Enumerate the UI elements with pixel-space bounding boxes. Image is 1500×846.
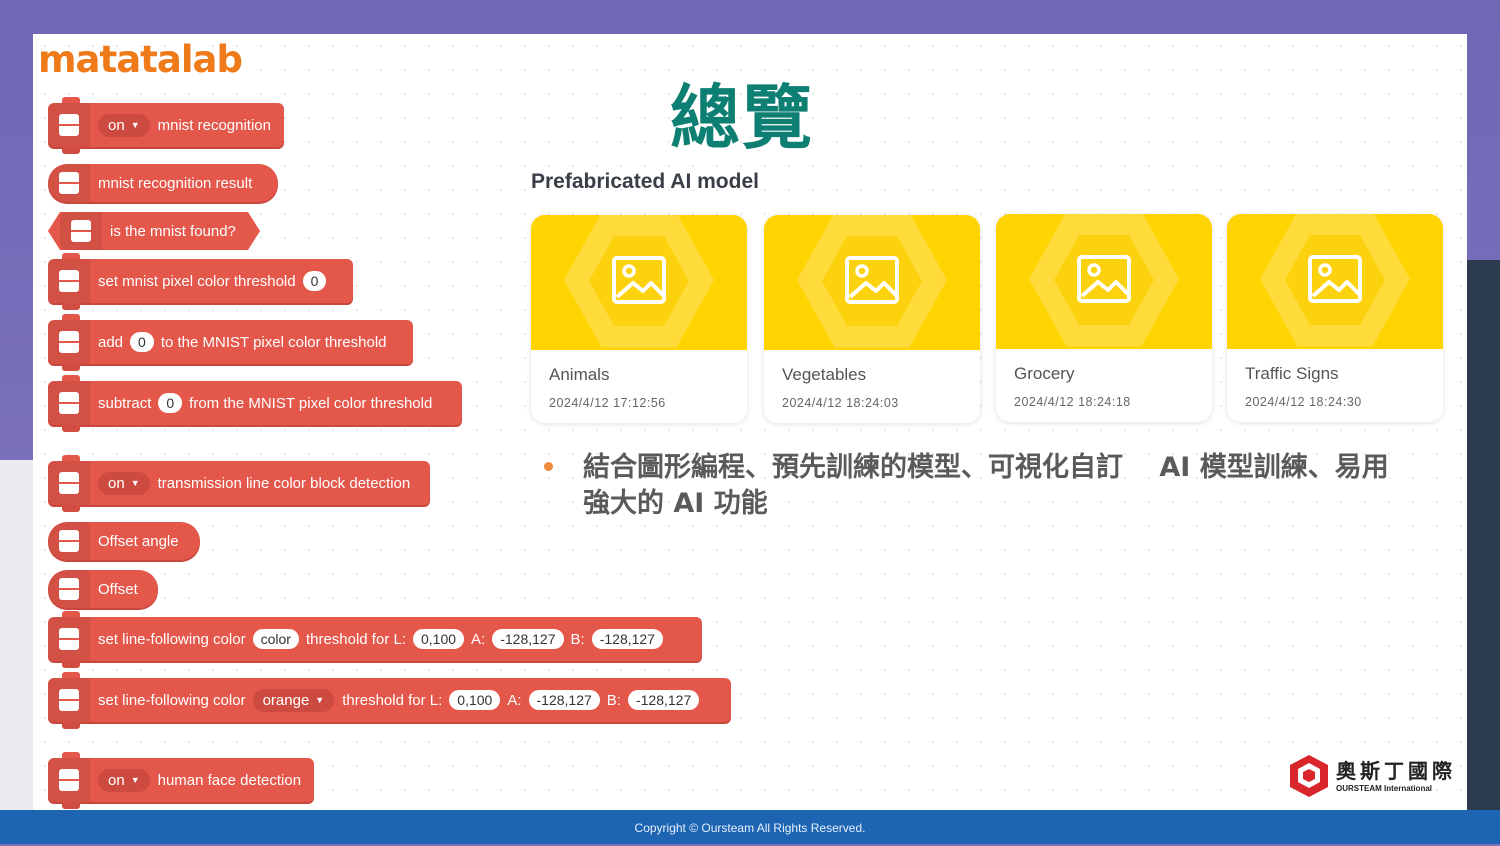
block-icon: [48, 259, 90, 303]
block-subtract-threshold[interactable]: subtract 0 from the MNIST pixel color th…: [48, 375, 462, 432]
chevron-down-icon: ▼: [315, 695, 325, 705]
model-card-traffic-signs[interactable]: Traffic Signs 2024/4/12 18:24:30: [1227, 214, 1443, 422]
card-thumbnail: [996, 214, 1212, 349]
block-line-color-2[interactable]: set line-following color orange ▼ thresho…: [48, 672, 731, 729]
card-date: 2024/4/12 18:24:30: [1245, 395, 1362, 409]
block-mnist-result[interactable]: mnist recognition result: [48, 164, 278, 202]
dropdown-on[interactable]: on ▼: [98, 471, 150, 495]
card-thumbnail: [1227, 214, 1443, 349]
block-mnist-found[interactable]: is the mnist found?: [48, 212, 260, 250]
image-icon: [1077, 255, 1131, 303]
section-subtitle: Prefabricated AI model: [531, 170, 759, 193]
bullet-text: 結合圖形編程、預先訓練的模型、可視化自訂 AI 模型訓練、易用 強大的 AI 功…: [583, 450, 1423, 522]
page-title: 總覽: [670, 77, 814, 159]
block-label: Offset angle: [98, 532, 179, 550]
chevron-down-icon: ▼: [130, 120, 140, 130]
chevron-down-icon: ▼: [130, 775, 140, 785]
block-label: threshold for L:: [305, 630, 406, 648]
bullet-line-1: 結合圖形編程、預先訓練的模型、可視化自訂 AI 模型訓練、易用: [583, 452, 1389, 483]
card-date: 2024/4/12 18:24:03: [782, 396, 899, 410]
card-name: Grocery: [1014, 364, 1075, 383]
block-icon: [48, 320, 90, 364]
block-label: A:: [507, 691, 522, 709]
add-value-input[interactable]: 0: [130, 332, 154, 352]
footer: Copyright © Oursteam All Rights Reserved…: [0, 810, 1500, 844]
block-set-threshold[interactable]: set mnist pixel color threshold 0: [48, 253, 353, 310]
block-label: mnist recognition result: [98, 174, 253, 192]
a-range-input[interactable]: -128,127: [528, 690, 600, 710]
block-icon: [48, 570, 90, 608]
copyright-text: Copyright © Oursteam All Rights Reserved…: [634, 821, 866, 835]
block-label: set line-following color: [98, 691, 246, 709]
card-name: Vegetables: [782, 365, 867, 384]
matatalab-logo: matatalab: [38, 38, 243, 81]
dropdown-on[interactable]: on ▼: [98, 113, 150, 137]
model-card-animals[interactable]: Animals 2024/4/12 17:12:56: [531, 215, 747, 423]
block-label: B:: [570, 630, 585, 648]
company-name-en: OURSTEAM International: [1336, 784, 1433, 793]
block-label: to the MNIST pixel color threshold: [160, 333, 387, 351]
block-icon: [60, 212, 102, 250]
block-label: threshold for L:: [342, 691, 443, 709]
color-dropdown[interactable]: orange ▼: [252, 688, 335, 712]
block-label: A:: [471, 630, 486, 648]
model-card-vegetables[interactable]: Vegetables 2024/4/12 18:24:03: [764, 215, 980, 423]
block-label: add: [98, 333, 124, 351]
card-thumbnail: [764, 215, 980, 350]
block-icon: [48, 758, 90, 802]
block-icon: [48, 522, 90, 560]
block-label: transmission line color block detection: [157, 474, 411, 492]
block-label: B:: [606, 691, 621, 709]
block-label: human face detection: [157, 771, 302, 789]
block-label: is the mnist found?: [110, 222, 236, 240]
chevron-down-icon: ▼: [130, 478, 140, 488]
block-icon: [48, 678, 90, 722]
block-transmission-detection[interactable]: on ▼ transmission line color block detect…: [48, 455, 430, 512]
company-logo: 奧斯丁國際 OURSTEAM International: [1288, 753, 1463, 803]
bullet-line-2: 強大的 AI 功能: [583, 488, 768, 519]
block-face-detection[interactable]: on ▼ human face detection: [48, 752, 314, 809]
image-icon: [1308, 255, 1362, 303]
block-icon: [48, 164, 90, 202]
cube-icon: [1290, 755, 1328, 797]
dropdown-on[interactable]: on ▼: [98, 768, 150, 792]
block-offset-angle[interactable]: Offset angle: [48, 522, 200, 560]
block-icon: [48, 617, 90, 661]
card-thumbnail: [531, 215, 747, 350]
image-icon: [845, 256, 899, 304]
b-range-input[interactable]: -128,127: [591, 629, 663, 649]
block-label: from the MNIST pixel color threshold: [189, 394, 433, 412]
b-range-input[interactable]: -128,127: [627, 690, 700, 710]
block-add-threshold[interactable]: add 0 to the MNIST pixel color threshold: [48, 314, 413, 371]
image-icon: [612, 256, 666, 304]
threshold-value-input[interactable]: 0: [302, 271, 327, 291]
block-mnist-recognition[interactable]: on ▼ mnist recognition: [48, 97, 284, 154]
card-name: Animals: [549, 365, 610, 384]
a-range-input[interactable]: -128,127: [492, 629, 564, 649]
model-card-grocery[interactable]: Grocery 2024/4/12 18:24:18: [996, 214, 1212, 422]
block-icon: [48, 103, 90, 147]
block-label: Offset: [98, 580, 138, 598]
block-icon: [48, 461, 90, 505]
block-offset[interactable]: Offset: [48, 570, 158, 608]
card-name: Traffic Signs: [1245, 364, 1339, 383]
block-label: mnist recognition: [157, 116, 271, 134]
company-name-cn: 奧斯丁國際: [1336, 759, 1456, 783]
l-range-input[interactable]: 0,100: [449, 690, 501, 710]
card-date: 2024/4/12 17:12:56: [549, 396, 666, 410]
block-icon: [48, 381, 90, 425]
block-label: set mnist pixel color threshold: [98, 272, 296, 290]
color-input[interactable]: color: [252, 629, 299, 649]
block-label: set line-following color: [98, 630, 246, 648]
bullet-dot: [544, 462, 553, 471]
card-date: 2024/4/12 18:24:18: [1014, 395, 1131, 409]
subtract-value-input[interactable]: 0: [158, 393, 183, 413]
l-range-input[interactable]: 0,100: [413, 629, 465, 649]
block-line-color-1[interactable]: set line-following color color threshold…: [48, 611, 702, 668]
block-label: subtract: [98, 394, 152, 412]
